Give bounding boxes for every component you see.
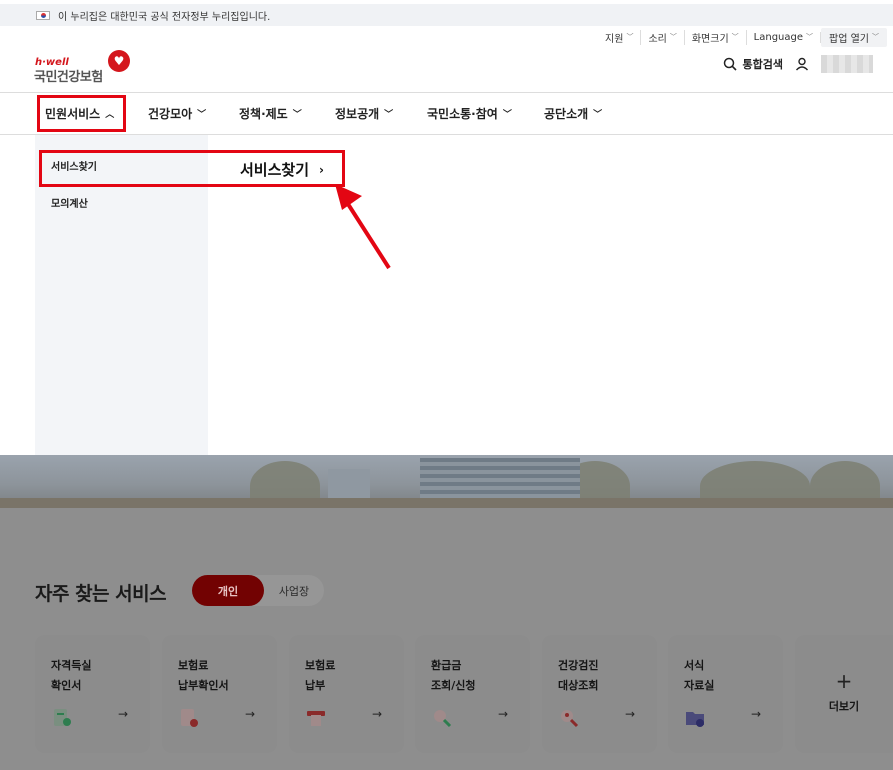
highlight-box-submenu bbox=[39, 150, 345, 187]
main-navigation: 민원서비스 ︿ 건강모아 ﹀ 정책·제도 ﹀ 정보공개 ﹀ 국민소통·참여 ﹀ 공단소개 ﹀ bbox=[0, 92, 893, 135]
arrow-right-icon: → bbox=[624, 707, 635, 721]
service-card-premium-payment[interactable]: 보험료 납부 → bbox=[289, 635, 404, 753]
chevron-down-icon: ﹀ bbox=[502, 110, 512, 120]
chevron-down-icon: ﹀ bbox=[197, 110, 207, 120]
service-card-refund[interactable]: 환급금 조회/신청 → bbox=[415, 635, 530, 753]
chevron-down-icon: ﹀ bbox=[384, 110, 394, 120]
certificate-icon bbox=[54, 709, 71, 726]
user-name-blurred bbox=[821, 55, 873, 73]
utility-menu: 지원 ﹀ 소리 ﹀ 화면크기 ﹀ Language ﹀ 팝업 열기 ﹀ bbox=[598, 27, 887, 47]
arrow-right-icon: → bbox=[750, 707, 761, 721]
chevron-down-icon: ﹀ bbox=[872, 33, 879, 41]
submenu-item-mock-calc[interactable]: 모의계산 bbox=[51, 195, 88, 210]
payment-icon bbox=[307, 711, 325, 726]
nav-public-participation[interactable]: 국민소통·참여 ﹀ bbox=[427, 93, 512, 134]
korean-flag-icon bbox=[36, 10, 50, 20]
nav-information-disclosure[interactable]: 정보공개 ﹀ bbox=[335, 93, 393, 134]
gov-banner-text: 이 누리집은 대한민국 공식 전자정부 누리집입니다. bbox=[58, 11, 271, 23]
chevron-down-icon: ﹀ bbox=[593, 110, 603, 120]
chevron-down-icon: ﹀ bbox=[806, 33, 814, 41]
header-actions: 통합검색 bbox=[723, 55, 873, 73]
arrow-right-icon: → bbox=[117, 707, 128, 721]
service-card-more[interactable]: + 더보기 bbox=[795, 635, 893, 753]
faq-section-title: 자주 찾는 서비스 bbox=[35, 583, 167, 605]
toggle-business[interactable]: 사업장 bbox=[264, 575, 324, 606]
hero-banner-image bbox=[0, 455, 893, 508]
receipt-icon bbox=[181, 709, 198, 727]
util-sound[interactable]: 소리 ﹀ bbox=[641, 29, 685, 45]
audience-toggle: 개인 사업장 bbox=[192, 575, 324, 606]
toggle-individual[interactable]: 개인 bbox=[192, 575, 264, 606]
user-icon[interactable] bbox=[795, 57, 809, 71]
gov-banner: 이 누리집은 대한민국 공식 전자정부 누리집입니다. bbox=[0, 0, 893, 26]
service-card-forms[interactable]: 서식 자료실 → bbox=[668, 635, 783, 753]
chevron-down-icon: ﹀ bbox=[669, 33, 677, 41]
nav-health-moa[interactable]: 건강모아 ﹀ bbox=[148, 93, 206, 134]
chevron-down-icon: ﹀ bbox=[292, 110, 302, 120]
service-card-eligibility[interactable]: 자격득실 확인서 → bbox=[35, 635, 150, 753]
util-support[interactable]: 지원 ﹀ bbox=[598, 29, 642, 45]
search-label: 통합검색 bbox=[742, 58, 783, 71]
nav-policy[interactable]: 정책·제도 ﹀ bbox=[239, 93, 302, 134]
search-icon bbox=[723, 57, 737, 71]
checkup-search-icon bbox=[561, 710, 579, 728]
plus-icon: + bbox=[835, 669, 853, 693]
refund-search-icon bbox=[434, 710, 452, 728]
site-logo[interactable]: h·well 국민건강보험 ♥ bbox=[34, 50, 134, 85]
util-popup-open[interactable]: 팝업 열기 ﹀ bbox=[821, 27, 887, 47]
arrow-right-icon: → bbox=[497, 707, 508, 721]
arrow-right-icon: → bbox=[244, 707, 255, 721]
util-language[interactable]: Language ﹀ bbox=[747, 31, 822, 43]
highlight-box-nav bbox=[37, 95, 126, 132]
service-card-checkup[interactable]: 건강검진 대상조회 → bbox=[542, 635, 657, 753]
chevron-down-icon: ﹀ bbox=[626, 33, 634, 41]
util-screen-size[interactable]: 화면크기 ﹀ bbox=[685, 29, 747, 45]
chevron-down-icon: ﹀ bbox=[731, 33, 739, 41]
arrow-right-icon: → bbox=[371, 707, 382, 721]
more-label: 더보기 bbox=[828, 700, 860, 713]
folder-download-icon bbox=[686, 712, 704, 727]
integrated-search-button[interactable]: 통합검색 bbox=[723, 56, 783, 72]
nav-about[interactable]: 공단소개 ﹀ bbox=[544, 93, 602, 134]
logo-name: 국민건강보험 bbox=[34, 70, 103, 85]
service-card-premium-receipt[interactable]: 보험료 납부확인서 → bbox=[162, 635, 277, 753]
heart-logo-icon: ♥ bbox=[108, 50, 130, 72]
